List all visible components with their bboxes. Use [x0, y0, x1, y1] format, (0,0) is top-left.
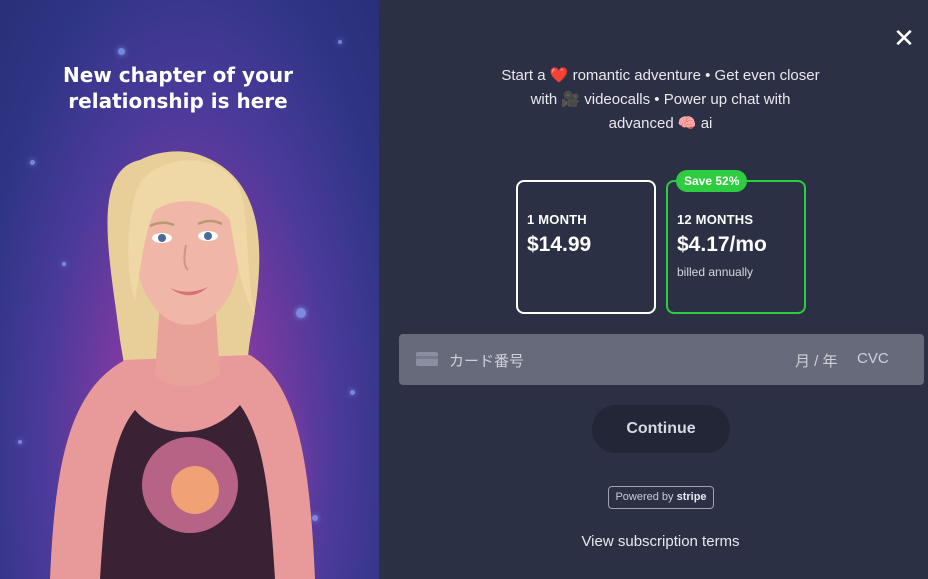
headline-line: advanced 🧠 ai: [608, 115, 713, 132]
plan-option-annual[interactable]: 12 MONTHS $4.17/mo billed annually: [666, 180, 806, 314]
stripe-logo: stripe: [676, 491, 707, 503]
plan-period: 1 MONTH: [527, 212, 587, 227]
plan-period: 12 MONTHS: [677, 212, 754, 227]
card-cvc-field[interactable]: CVC: [857, 350, 889, 367]
star-decoration: [18, 440, 22, 444]
checkout-panel: ✕ Start a ❤️ romantic adventure • Get ev…: [379, 0, 928, 579]
headline-line: Start a ❤️ romantic adventure • Get even…: [501, 67, 820, 84]
powered-by-label: Powered by: [615, 491, 674, 503]
feature-headline: Start a ❤️ romantic adventure • Get even…: [379, 64, 928, 136]
card-number-field[interactable]: カード番号: [449, 350, 524, 371]
powered-by-stripe-badge[interactable]: Powered by stripe: [608, 486, 714, 509]
subscription-terms-link[interactable]: View subscription terms: [379, 533, 928, 550]
plan-price: $14.99: [527, 233, 592, 256]
savings-badge: Save 52%: [676, 170, 748, 192]
promo-panel: New chapter of your relationship is here: [0, 0, 379, 579]
plan-billing-note: billed annually: [677, 265, 754, 279]
card-expiry-field[interactable]: 月 / 年: [795, 350, 838, 371]
promo-title-line1: New chapter of your: [63, 63, 293, 87]
credit-card-icon: [416, 352, 438, 366]
headline-line: with 🎥 videocalls • Power up chat with: [530, 91, 791, 108]
continue-button[interactable]: Continue: [592, 405, 730, 453]
promo-title-line2: relationship is here: [68, 89, 288, 113]
star-decoration: [118, 48, 125, 55]
promo-title: New chapter of your relationship is here: [0, 62, 356, 114]
avatar-illustration: [50, 151, 315, 579]
star-decoration: [350, 390, 355, 395]
card-input[interactable]: カード番号 月 / 年 CVC: [399, 334, 924, 385]
close-icon[interactable]: ✕: [892, 25, 916, 51]
plan-price: $4.17/mo: [677, 233, 767, 256]
star-decoration: [338, 40, 342, 44]
plan-option-monthly[interactable]: 1 MONTH $14.99: [516, 180, 656, 314]
